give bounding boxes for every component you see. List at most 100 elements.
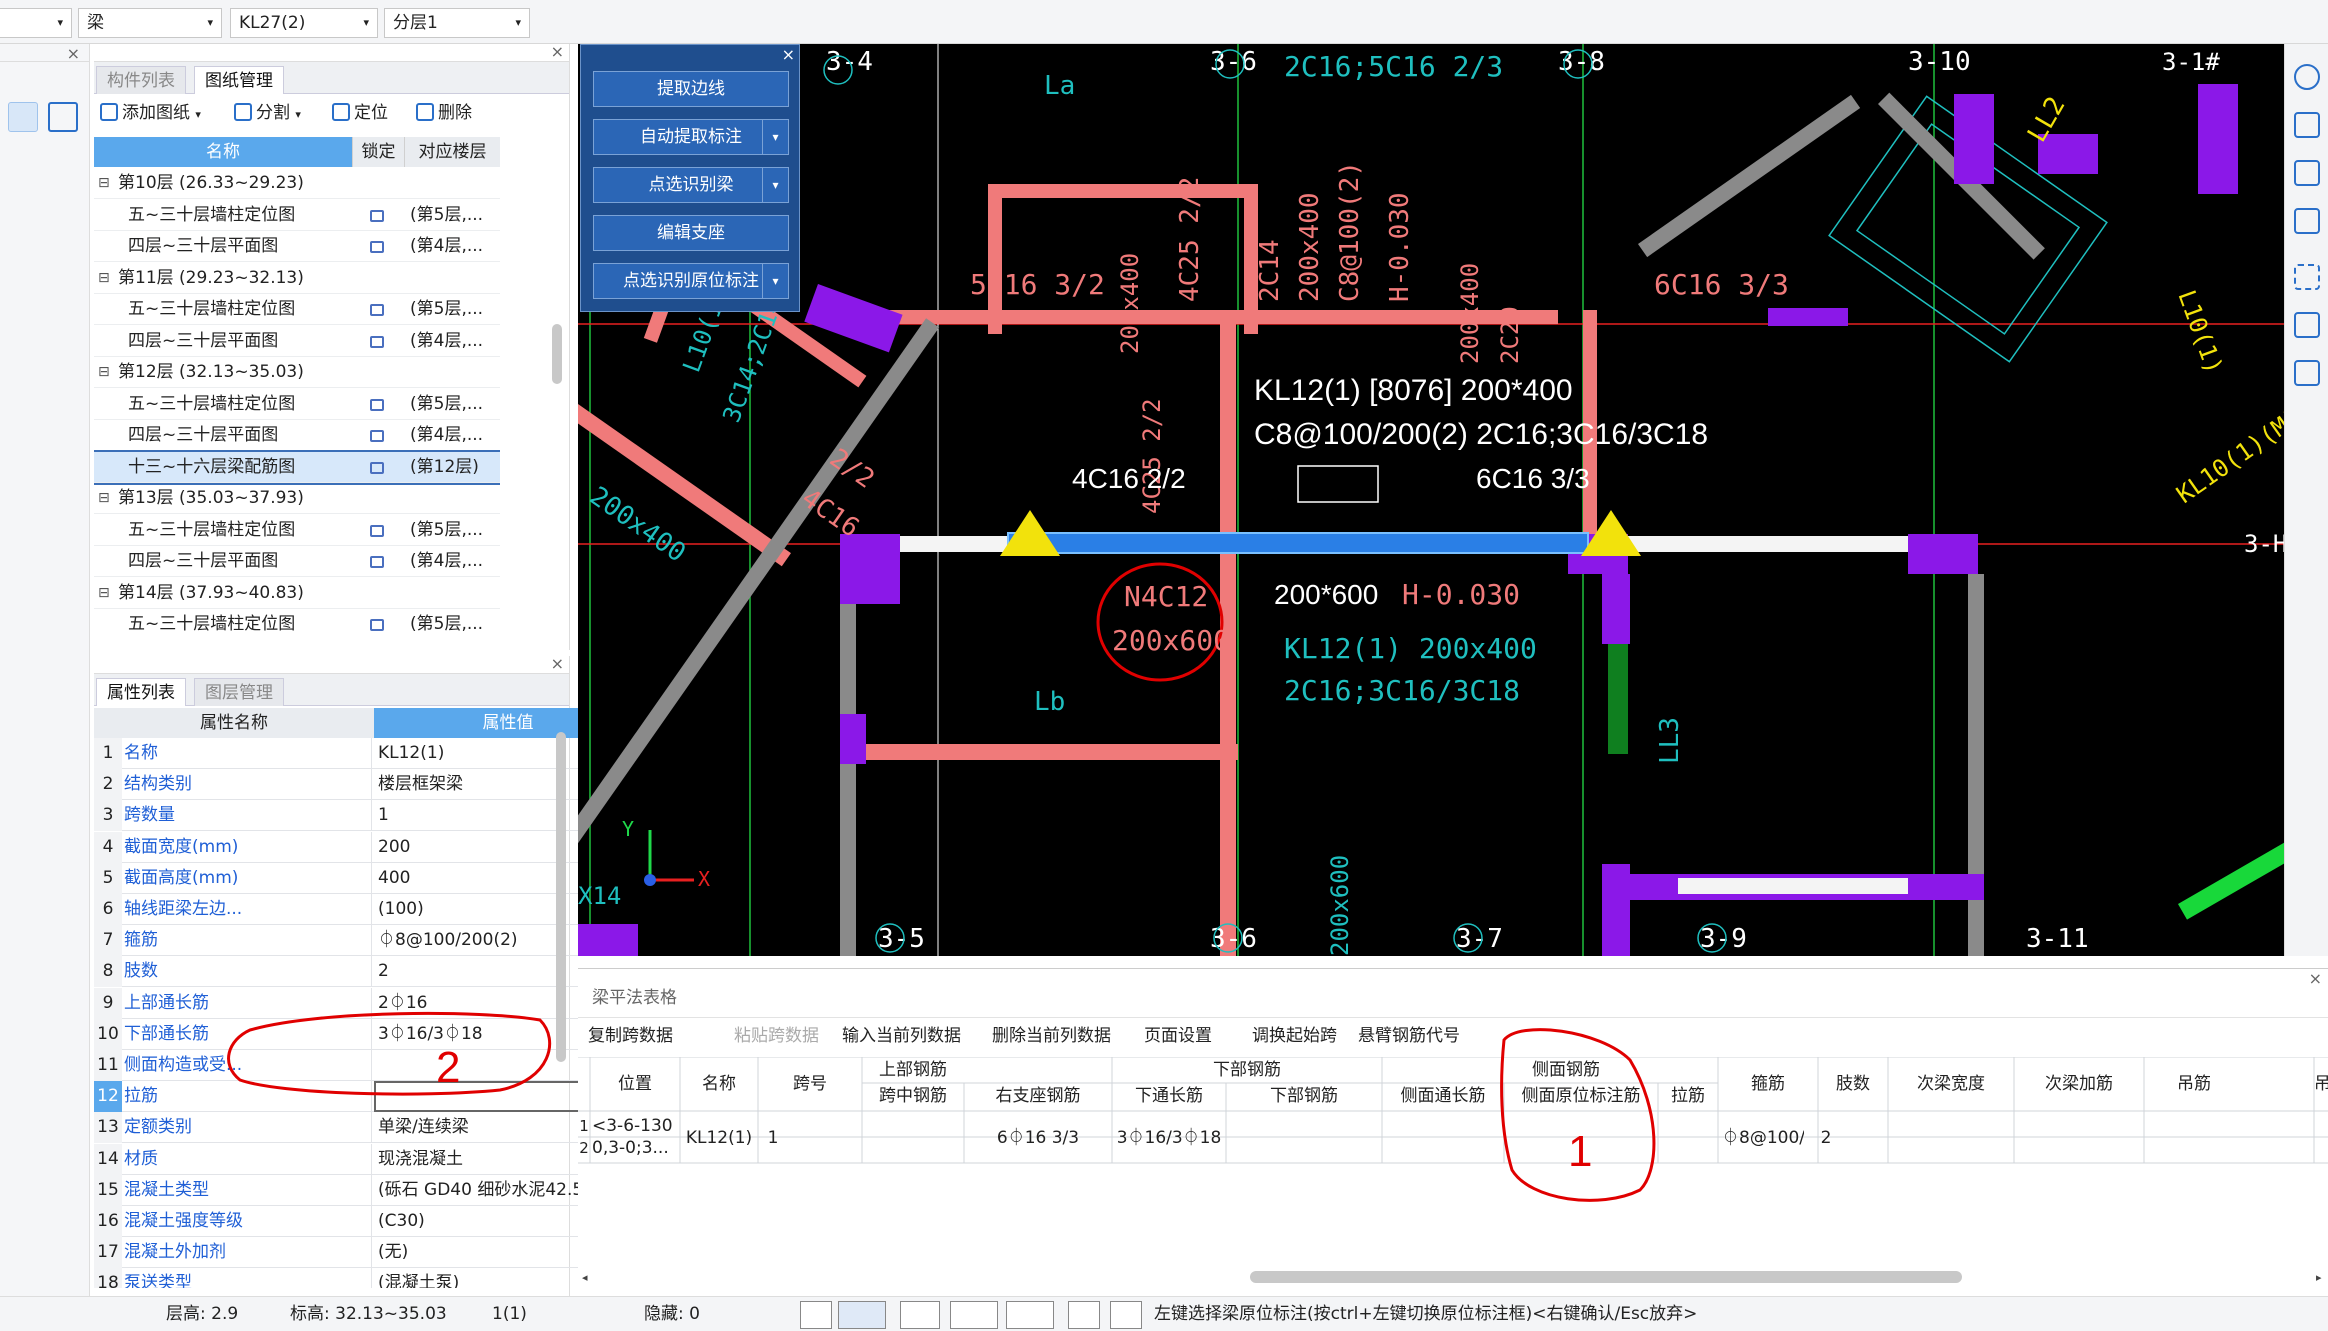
drawing-item[interactable]: 五~三十层墙柱定位图 (第5层,...	[94, 200, 500, 231]
box-icon[interactable]	[2294, 208, 2320, 234]
col-floor-header[interactable]: 对应楼层	[404, 137, 500, 167]
tab-drawing-manage[interactable]: 图纸管理	[194, 66, 284, 94]
pick-identify-inplace-button[interactable]: 点选识别原位标注 ▾	[593, 263, 789, 299]
locate-button[interactable]: 定位	[332, 100, 388, 126]
close-icon[interactable]: ×	[94, 656, 570, 674]
lock-icon[interactable]	[370, 420, 384, 451]
collapse-icon[interactable]: ⊟	[98, 263, 110, 294]
cell-span[interactable]: 1	[758, 1125, 788, 1151]
collapse-icon[interactable]: ⊟	[98, 578, 110, 609]
drawing-item[interactable]: 五~三十层墙柱定位图 (第5层,...	[94, 294, 500, 325]
fullscreen-icon[interactable]	[2294, 264, 2320, 290]
lock-icon[interactable]	[370, 231, 384, 262]
lock-icon[interactable]	[370, 515, 384, 546]
tree-group[interactable]: ⊟ 第11层 (29.23~32.13)	[94, 263, 500, 294]
property-row[interactable]: 15 混凝土类型 (砾石 GD40 细砂水泥42.5 现...	[94, 1174, 642, 1206]
tab-layer-manage[interactable]: 图层管理	[194, 678, 284, 706]
cad-drawing[interactable]: 3-4 3-6 3-8 3-10 3-1# 3-5 3-6 3-7 3-9 3-…	[578, 44, 2284, 956]
chevron-down-icon[interactable]: ▾	[762, 168, 788, 202]
col-lock-header[interactable]: 锁定	[352, 137, 404, 167]
grid-tool-button[interactable]: 页面设置	[1144, 1021, 1212, 1051]
tab-property-list[interactable]: 属性列表	[96, 678, 186, 706]
drawing-item[interactable]: 四层~三十层平面图 (第4层,...	[94, 231, 500, 262]
edit-support-button[interactable]: 编辑支座	[593, 215, 789, 251]
type-combo[interactable]: ▾	[0, 8, 72, 38]
property-row[interactable]: 18 泵送类型 (混凝土泵)	[94, 1268, 642, 1288]
cross-select-icon[interactable]	[900, 1301, 940, 1329]
snap-icon[interactable]	[1006, 1301, 1054, 1329]
lock-icon[interactable]	[370, 389, 384, 420]
drawing-item[interactable]: 四层~三十层平面图 (第4层,...	[94, 546, 500, 577]
cell-legs[interactable]: 2	[1806, 1125, 1846, 1151]
scroll-left-icon[interactable]: ◂	[582, 1271, 588, 1284]
cell-stirrup[interactable]: ⏀8@100/	[1718, 1125, 1804, 1151]
3d-view-icon[interactable]	[2294, 112, 2320, 138]
grid-tool-button[interactable]: 粘贴跨数据	[734, 1021, 819, 1051]
tree-group[interactable]: ⊟ 第10层 (26.33~29.23)	[94, 168, 500, 199]
report-icon[interactable]	[2294, 360, 2320, 386]
lock-icon[interactable]	[370, 546, 384, 577]
tree-group[interactable]: ⊟ 第14层 (37.93~40.83)	[94, 578, 500, 609]
tree-group[interactable]: ⊟ 第13层 (35.03~37.93)	[94, 483, 500, 514]
selected-beam-kl12[interactable]	[1007, 532, 1589, 554]
lock-icon[interactable]	[370, 294, 384, 325]
dynamic-input-icon[interactable]	[1068, 1301, 1100, 1329]
drawing-item[interactable]: 五~三十层墙柱定位图 (第5层,...	[94, 609, 500, 638]
split-button[interactable]: 分割 ▾	[234, 100, 301, 128]
extract-edge-button[interactable]: 提取边线	[593, 71, 789, 107]
arc-icon[interactable]	[1110, 1301, 1142, 1329]
lock-icon[interactable]	[370, 452, 384, 483]
collapse-icon[interactable]: ⊟	[98, 483, 110, 514]
tree-group[interactable]: ⊟ 第12层 (32.13~35.03)	[94, 357, 500, 388]
drawing-item[interactable]: 四层~三十层平面图 (第4层,...	[94, 420, 500, 451]
layer-combo[interactable]: 分层1 ▾	[384, 8, 530, 38]
list-view-icon[interactable]	[8, 102, 38, 132]
pick-identify-beam-button[interactable]: 点选识别梁 ▾	[593, 167, 789, 203]
auto-extract-label-button[interactable]: 自动提取标注 ▾	[593, 119, 789, 155]
drawing-item[interactable]: 四层~三十层平面图 (第4层,...	[94, 326, 500, 357]
grid-tool-button[interactable]: 悬臂钢筋代号	[1358, 1021, 1460, 1051]
grid-tool-button[interactable]: 调换起始跨	[1252, 1021, 1337, 1051]
member-combo[interactable]: KL27(2) ▾	[230, 8, 378, 38]
scrollbar[interactable]	[552, 324, 562, 384]
cad-canvas[interactable]: 3-4 3-6 3-8 3-10 3-1# 3-5 3-6 3-7 3-9 3-…	[578, 44, 2284, 956]
tab-component-list[interactable]: 构件列表	[96, 66, 186, 94]
scrollbar[interactable]	[556, 732, 566, 1062]
lock-icon[interactable]	[370, 200, 384, 231]
drawing-item[interactable]: 十三~十六层梁配筋图 (第12层)	[94, 449, 500, 485]
lock-icon[interactable]	[370, 609, 384, 638]
ortho-toggle-icon[interactable]	[800, 1301, 832, 1329]
angle-icon[interactable]	[950, 1301, 998, 1329]
cube-icon[interactable]	[2294, 160, 2320, 186]
collapse-icon[interactable]: ⊟	[98, 357, 110, 388]
property-row[interactable]: 17 混凝土外加剂 (无)	[94, 1237, 642, 1269]
col-name-header[interactable]: 名称	[94, 137, 352, 167]
property-row[interactable]: 12 拉筋	[94, 1081, 642, 1113]
chevron-down-icon[interactable]: ▾	[762, 264, 788, 298]
cell-name[interactable]: KL12(1)	[680, 1125, 758, 1151]
layer-toggle-icon[interactable]	[2294, 312, 2320, 338]
cell-position[interactable]: 0,3-0;3...	[592, 1135, 680, 1161]
close-icon[interactable]: ×	[782, 45, 795, 64]
property-row[interactable]: 14 材质 现浇混凝土	[94, 1143, 642, 1175]
close-icon[interactable]: ×	[2309, 969, 2322, 988]
add-drawing-button[interactable]: 添加图纸 ▾	[100, 100, 201, 128]
cell-bottom-through[interactable]: 3⏀16/3⏀18	[1112, 1125, 1226, 1151]
lock-icon[interactable]	[370, 326, 384, 357]
property-row[interactable]: 13 定额类别 单梁/连续梁	[94, 1112, 642, 1144]
grid-tool-button[interactable]: 复制跨数据	[588, 1021, 673, 1051]
close-icon[interactable]: ×	[0, 44, 90, 63]
scroll-right-icon[interactable]: ▸	[2316, 1271, 2322, 1284]
grid-tool-button[interactable]: 输入当前列数据	[842, 1021, 961, 1051]
horizontal-scrollbar[interactable]	[1250, 1271, 1962, 1283]
category-combo[interactable]: 梁 ▾	[78, 8, 222, 38]
cell-right-support[interactable]: 6⏀16 3/3	[964, 1125, 1112, 1151]
rect-select-icon[interactable]	[838, 1301, 886, 1329]
property-row[interactable]: 16 混凝土强度等级 (C30)	[94, 1206, 642, 1237]
grid-tool-button[interactable]: 删除当前列数据	[992, 1021, 1111, 1051]
drawing-item[interactable]: 五~三十层墙柱定位图 (第5层,...	[94, 389, 500, 420]
collapse-icon[interactable]: ⊟	[98, 168, 110, 199]
chevron-down-icon[interactable]: ▾	[762, 120, 788, 154]
orbit-icon[interactable]	[2294, 64, 2320, 90]
close-icon[interactable]: ×	[94, 44, 570, 62]
